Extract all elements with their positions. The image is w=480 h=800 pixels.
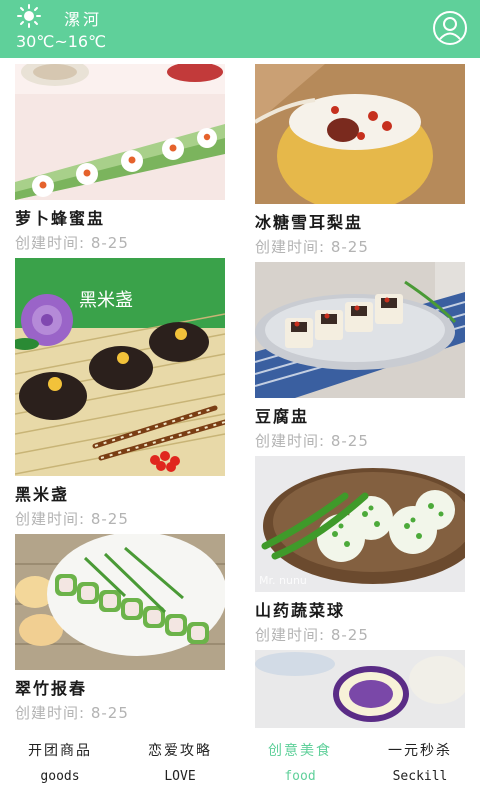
- nav-tab-love[interactable]: 恋爱攻略 LOVE: [120, 740, 240, 787]
- nav-tab-seckill[interactable]: 一元秒杀 Seckill: [360, 740, 480, 787]
- dish-title: 冰糖雪耳梨盅: [255, 213, 364, 232]
- dish-image: [255, 650, 465, 728]
- dish-date: 创建时间: 8-25: [255, 626, 369, 644]
- dish-card[interactable]: 豆腐盅 创建时间: 8-25: [255, 262, 465, 452]
- dish-date: 创建时间: 8-25: [15, 234, 129, 252]
- nav-tab-sublabel: LOVE: [164, 769, 196, 784]
- image-overlay-text: 黑米盏: [79, 290, 133, 311]
- dish-image: Mr. nunu: [255, 456, 465, 592]
- nav-tab-sublabel: food: [284, 769, 316, 784]
- nav-tab-label: 开团商品: [28, 743, 92, 759]
- dish-title: 山药蔬菜球: [255, 601, 346, 620]
- dish-date: 创建时间: 8-25: [15, 510, 129, 528]
- dish-image: [15, 534, 225, 670]
- dish-date: 创建时间: 8-25: [15, 704, 129, 722]
- sun-icon: [17, 4, 41, 28]
- dish-image: [255, 262, 465, 398]
- city-name: 漯河: [64, 10, 103, 29]
- dish-card[interactable]: 翠竹报春 创建时间: 8-25: [15, 534, 225, 724]
- dish-image: 黑米盏: [15, 258, 225, 476]
- nav-tab-food[interactable]: 创意美食 food: [240, 740, 360, 787]
- nav-tab-label: 一元秒杀: [388, 743, 452, 759]
- dish-title: 豆腐盅: [255, 407, 310, 426]
- nav-tab-label: 恋爱攻略: [148, 743, 212, 759]
- dish-feed[interactable]: 萝卜蜂蜜盅 创建时间: 8-25 黑米盏 黑米盏 创建时间: 8-25 翠竹报春…: [0, 58, 480, 728]
- nav-tab-label: 创意美食: [268, 743, 332, 759]
- dish-card[interactable]: [255, 650, 465, 728]
- bottom-nav: 开团商品 goods 恋爱攻略 LOVE 创意美食 food 一元秒杀 Seck…: [0, 730, 480, 800]
- dish-title: 萝卜蜂蜜盅: [15, 209, 106, 228]
- feed-column-right: 冰糖雪耳梨盅 创建时间: 8-25 豆腐盅 创建时间: 8-25 Mr. nun…: [255, 64, 465, 728]
- feed-column-left: 萝卜蜂蜜盅 创建时间: 8-25 黑米盏 黑米盏 创建时间: 8-25 翠竹报春…: [15, 64, 225, 728]
- dish-card[interactable]: 冰糖雪耳梨盅 创建时间: 8-25: [255, 64, 465, 258]
- dish-image: [15, 64, 225, 200]
- nav-tab-sublabel: goods: [40, 769, 80, 784]
- nav-tab-sublabel: Seckill: [392, 769, 448, 784]
- dish-card[interactable]: Mr. nunu 山药蔬菜球 创建时间: 8-25: [255, 456, 465, 646]
- dish-image: [255, 64, 465, 204]
- dish-date: 创建时间: 8-25: [255, 432, 369, 450]
- dish-title: 黑米盏: [15, 485, 70, 504]
- temperature-range: 30℃~16℃: [16, 32, 107, 51]
- image-watermark: Mr. nunu: [259, 574, 307, 587]
- nav-tab-goods[interactable]: 开团商品 goods: [0, 740, 120, 787]
- dish-card[interactable]: 黑米盏 黑米盏 创建时间: 8-25: [15, 258, 225, 530]
- dish-date: 创建时间: 8-25: [255, 238, 369, 256]
- dish-title: 翠竹报春: [15, 679, 88, 698]
- app-header: 漯河 30℃~16℃: [0, 0, 480, 58]
- dish-card[interactable]: 萝卜蜂蜜盅 创建时间: 8-25: [15, 64, 225, 254]
- user-icon[interactable]: [432, 10, 468, 46]
